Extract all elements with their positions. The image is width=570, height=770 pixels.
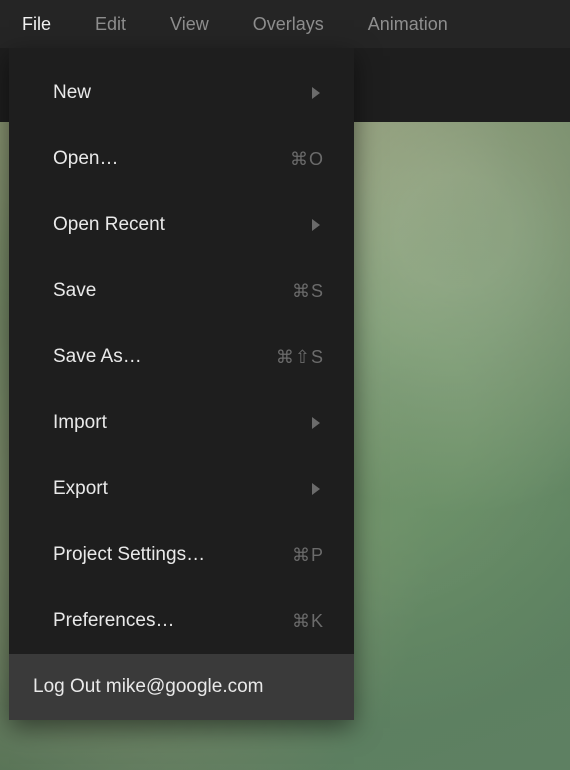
menu-file[interactable]: File	[0, 0, 73, 48]
submenu-arrow-icon	[312, 417, 320, 429]
menu-item-project-settings-label: Project Settings…	[53, 544, 292, 566]
menu-item-open-label: Open…	[53, 148, 290, 170]
menu-item-save-as[interactable]: Save As… ⌘⇧S	[9, 324, 354, 390]
menu-view[interactable]: View	[148, 0, 231, 48]
menu-item-open-recent[interactable]: Open Recent	[9, 192, 354, 258]
menu-item-save-label: Save	[53, 280, 292, 302]
menu-file-label: File	[22, 14, 51, 35]
menu-view-label: View	[170, 14, 209, 35]
menu-item-preferences-label: Preferences…	[53, 610, 292, 632]
menu-item-import-label: Import	[53, 412, 312, 434]
submenu-arrow-icon	[312, 219, 320, 231]
menu-item-save[interactable]: Save ⌘S	[9, 258, 354, 324]
menu-item-open[interactable]: Open… ⌘O	[9, 126, 354, 192]
shortcut-save-as: ⌘⇧S	[276, 347, 324, 368]
menu-item-log-out[interactable]: Log Out mike@google.com	[9, 654, 354, 720]
main-menubar: File Edit View Overlays Animation	[0, 0, 570, 48]
menu-overlays[interactable]: Overlays	[231, 0, 346, 48]
menu-item-export[interactable]: Export	[9, 456, 354, 522]
shortcut-save: ⌘S	[292, 281, 324, 302]
menu-edit-label: Edit	[95, 14, 126, 35]
submenu-arrow-icon	[312, 483, 320, 495]
menu-item-open-recent-label: Open Recent	[53, 214, 312, 236]
menu-item-project-settings[interactable]: Project Settings… ⌘P	[9, 522, 354, 588]
menu-item-export-label: Export	[53, 478, 312, 500]
file-dropdown: New Open… ⌘O Open Recent Save ⌘S Save As…	[9, 48, 354, 720]
menu-item-new[interactable]: New	[9, 60, 354, 126]
menu-animation[interactable]: Animation	[346, 0, 470, 48]
shortcut-open: ⌘O	[290, 149, 324, 170]
menu-edit[interactable]: Edit	[73, 0, 148, 48]
menu-overlays-label: Overlays	[253, 14, 324, 35]
menu-animation-label: Animation	[368, 14, 448, 35]
menu-item-preferences[interactable]: Preferences… ⌘K	[9, 588, 354, 654]
menu-item-log-out-label: Log Out mike@google.com	[33, 676, 324, 698]
menu-item-import[interactable]: Import	[9, 390, 354, 456]
menu-item-save-as-label: Save As…	[53, 346, 276, 368]
shortcut-preferences: ⌘K	[292, 611, 324, 632]
shortcut-project-settings: ⌘P	[292, 545, 324, 566]
submenu-arrow-icon	[312, 87, 320, 99]
menu-item-new-label: New	[53, 82, 312, 104]
